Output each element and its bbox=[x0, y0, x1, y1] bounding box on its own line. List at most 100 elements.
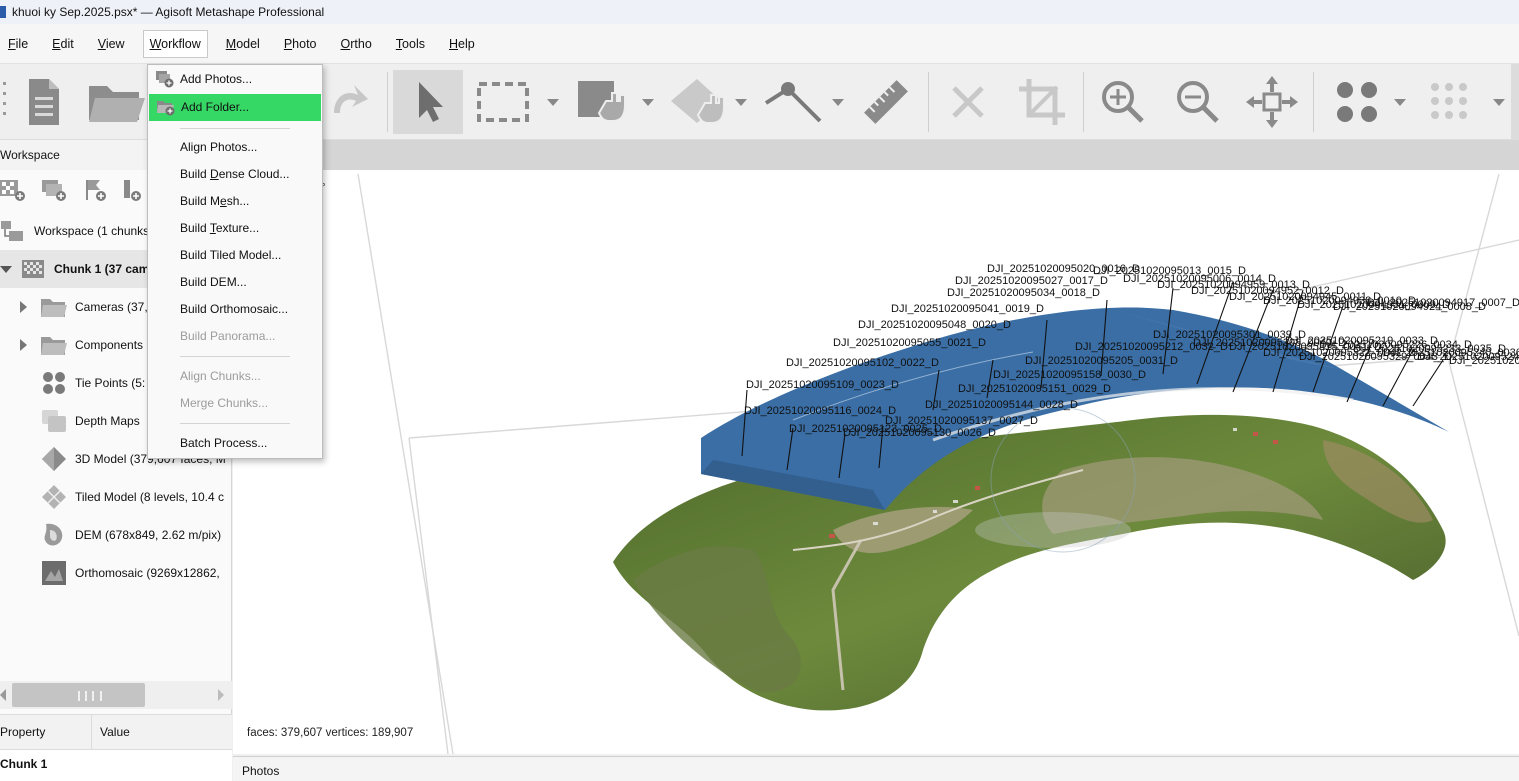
reset-view-button[interactable] bbox=[1242, 70, 1302, 134]
camera-label: DJI_20251020095130_0026_D bbox=[843, 427, 996, 439]
chunk-icon bbox=[20, 256, 46, 282]
ruler-marker-button[interactable] bbox=[758, 70, 848, 134]
menu-workflow[interactable]: Workflow bbox=[142, 29, 208, 58]
property-column-header[interactable]: Property bbox=[0, 714, 92, 750]
menu-item-build-orthomosaic[interactable]: Build Orthomosaic... bbox=[148, 296, 322, 323]
app-icon bbox=[0, 6, 6, 18]
dem-icon bbox=[41, 522, 67, 548]
scrollbar-thumb[interactable] bbox=[12, 683, 145, 707]
menu-model[interactable]: Model bbox=[220, 30, 266, 58]
navigation-tool-button[interactable] bbox=[393, 70, 463, 134]
model-viewport[interactable]: DJI_20251020095020_0016_D DJI_20251020095… bbox=[233, 170, 1519, 754]
menu-item-build-tiled-model[interactable]: Build Tiled Model... bbox=[148, 242, 322, 269]
camera-label: DJI_20251020095055_0021_D bbox=[833, 337, 986, 349]
camera-label: DJI_20251020095254_0038_D bbox=[1449, 355, 1519, 367]
menu-ortho[interactable]: Ortho bbox=[335, 30, 378, 58]
chevron-right-icon[interactable] bbox=[20, 339, 27, 351]
value-column-header[interactable]: Value bbox=[92, 725, 130, 739]
zoom-out-button[interactable] bbox=[1170, 70, 1226, 134]
chevron-right-icon[interactable] bbox=[20, 301, 27, 313]
ruler-icon bbox=[864, 80, 908, 124]
shape-select-button[interactable] bbox=[575, 70, 655, 134]
zoom-in-button[interactable] bbox=[1095, 70, 1151, 134]
scroll-left-icon[interactable] bbox=[0, 689, 6, 701]
camera-label: DJI_20251020094917_0007_D bbox=[1367, 297, 1519, 309]
cursor-arrow-icon bbox=[419, 82, 443, 122]
polygon-select-button[interactable] bbox=[664, 70, 750, 134]
menu-tools[interactable]: Tools bbox=[390, 30, 431, 58]
chevron-down-icon[interactable] bbox=[547, 98, 559, 106]
camera-label: DJI_20251020095144_0028_D bbox=[925, 399, 1078, 411]
menu-file[interactable]: File bbox=[2, 30, 34, 58]
window-title: khuoi ky Sep.2025.psx* — Agisoft Metasha… bbox=[12, 5, 325, 19]
camera-label: DJI_20251020095048_0020_D bbox=[858, 319, 1011, 331]
camera-label: DJI_20251020095137_0027_D bbox=[885, 415, 1038, 427]
tree-label-tie-points: Tie Points (5: bbox=[75, 376, 146, 390]
add-marker-icon[interactable] bbox=[82, 178, 108, 202]
rectangle-selection-button[interactable] bbox=[472, 70, 562, 134]
add-scalebar-icon[interactable] bbox=[122, 178, 144, 202]
camera-label: DJI_20251020095041_0019_D bbox=[891, 303, 1044, 315]
menu-view[interactable]: View bbox=[92, 30, 131, 58]
menu-item-add-folder[interactable]: Add Folder... bbox=[149, 94, 321, 121]
chevron-down-icon[interactable] bbox=[642, 98, 654, 106]
menu-item-align-photos[interactable]: Align Photos... bbox=[148, 134, 322, 161]
chevron-down-icon[interactable] bbox=[832, 98, 844, 106]
menu-item-align-chunks[interactable]: Align Chunks... bbox=[148, 363, 322, 390]
folder-icon bbox=[41, 294, 67, 320]
photos-pane[interactable]: Photos bbox=[233, 756, 1519, 781]
chevron-down-icon[interactable] bbox=[1493, 98, 1505, 106]
workflow-menu: Add Photos... Add Folder... Align Photos… bbox=[147, 64, 323, 459]
tree-row-orthomosaic[interactable]: Orthomosaic (9269x12862, bbox=[0, 554, 232, 592]
menu-item-merge-chunks[interactable]: Merge Chunks... bbox=[148, 390, 322, 417]
zoom-out-icon bbox=[1177, 81, 1219, 123]
add-chunk-icon[interactable] bbox=[0, 178, 26, 202]
crop-button[interactable] bbox=[1012, 70, 1072, 134]
menu-item-build-panorama[interactable]: Build Panorama... bbox=[148, 323, 322, 350]
tree-row-dem[interactable]: DEM (678x849, 2.62 m/pix) bbox=[0, 516, 232, 554]
points-icon bbox=[1337, 82, 1377, 122]
toolbar-scrollbar[interactable] bbox=[1511, 64, 1519, 140]
menu-help[interactable]: Help bbox=[443, 30, 481, 58]
ruler-button[interactable] bbox=[858, 70, 914, 134]
scroll-right-icon[interactable] bbox=[218, 689, 224, 701]
camera-label: DJI_20251020095109_0023_D bbox=[746, 379, 899, 391]
redo-button[interactable] bbox=[322, 70, 372, 134]
toolbar-handle bbox=[0, 70, 10, 134]
menu-item-batch-process[interactable]: Batch Process... bbox=[148, 430, 322, 457]
menu-item-build-mesh[interactable]: Build Mesh... bbox=[148, 188, 322, 215]
new-document-button[interactable] bbox=[18, 70, 68, 134]
open-folder-button[interactable] bbox=[86, 70, 146, 134]
menu-item-add-photos[interactable]: Add Photos... bbox=[148, 66, 322, 93]
properties-header: Property Value bbox=[0, 714, 232, 750]
menu-edit[interactable]: Edit bbox=[46, 30, 80, 58]
3d-scene[interactable]: DJI_20251020095020_0016_DDJI_20251020095… bbox=[233, 170, 1519, 754]
menu-photo[interactable]: Photo bbox=[278, 30, 323, 58]
tree-label-workspace: Workspace (1 chunks, bbox=[34, 224, 153, 238]
camera-label: DJI_20251020095329_0043_D bbox=[1299, 351, 1452, 363]
dense-cloud-button[interactable] bbox=[1420, 70, 1510, 134]
menu-item-build-texture[interactable]: Build Texture... bbox=[148, 215, 322, 242]
folder-icon bbox=[41, 332, 67, 358]
camera-label: DJI_20251020095027_0017_D bbox=[955, 275, 1108, 287]
reset-view-icon bbox=[1246, 76, 1298, 128]
model-stats-text: faces: 379,607 vertices: 189,907 bbox=[247, 727, 414, 739]
menu-item-build-dense-cloud[interactable]: Build Dense Cloud... bbox=[148, 161, 322, 188]
model-view-tab[interactable]: D bbox=[233, 140, 1519, 170]
chevron-down-icon[interactable] bbox=[735, 98, 747, 106]
point-cloud-button[interactable] bbox=[1326, 70, 1412, 134]
add-photos-icon[interactable] bbox=[40, 178, 68, 202]
camera-label: DJI_20251020095158_0030_D bbox=[993, 369, 1146, 381]
delete-selection-button[interactable] bbox=[940, 70, 996, 134]
chevron-down-icon[interactable] bbox=[1394, 98, 1406, 106]
open-folder-icon bbox=[89, 86, 145, 122]
properties-row[interactable]: Chunk 1 bbox=[0, 750, 232, 781]
marker-line-icon bbox=[764, 82, 822, 123]
polygon-hand-icon bbox=[671, 79, 725, 124]
photos-pane-title: Photos bbox=[242, 764, 280, 778]
camera-label: DJI_20251020095205_0031_D bbox=[1025, 355, 1178, 367]
tree-row-tiled-model[interactable]: Tiled Model (8 levels, 10.4 c bbox=[0, 478, 232, 516]
chevron-down-icon[interactable] bbox=[0, 265, 12, 273]
menu-item-build-dem[interactable]: Build DEM... bbox=[148, 269, 322, 296]
workspace-horizontal-scrollbar[interactable] bbox=[0, 681, 232, 709]
